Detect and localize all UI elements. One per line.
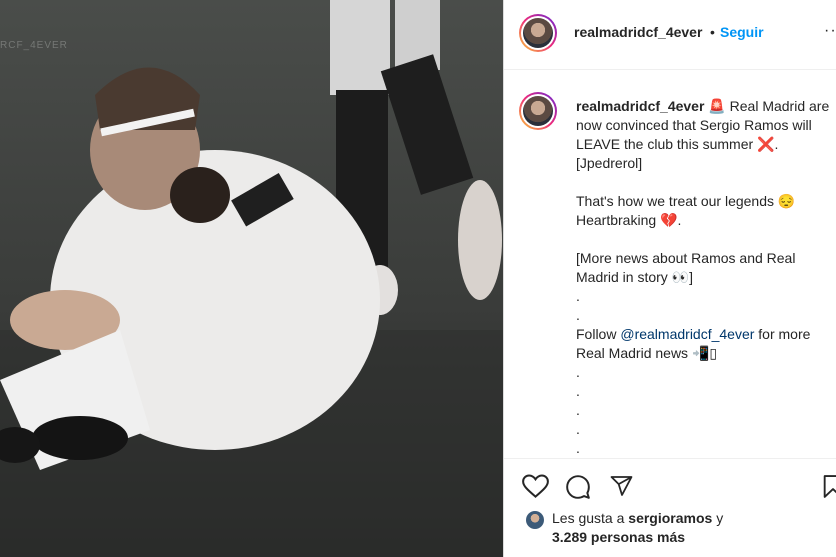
separator-dot: •: [710, 24, 715, 40]
share-icon[interactable]: [609, 474, 634, 498]
likes-middle: y: [712, 510, 724, 526]
caption-dots-b: . . . . .: [576, 364, 580, 456]
comment-icon[interactable]: [565, 474, 591, 500]
likes-text: Les gusta a sergioramos y 3.289 personas…: [552, 509, 723, 547]
caption-dots-a: . .: [576, 288, 580, 323]
caption-text: realmadridcf_4ever 🚨 Real Madrid are now…: [576, 97, 831, 458]
likes-count[interactable]: 3.289 personas más: [552, 529, 685, 545]
caption-line-3: [More news about Ramos and Real Madrid i…: [576, 250, 800, 285]
liker-avatar[interactable]: [526, 511, 544, 529]
likes-prefix: Les gusta a: [552, 510, 629, 526]
caption-line-2: That's how we treat our legends 😔 Heartb…: [576, 193, 800, 228]
liker-username[interactable]: sergioramos: [628, 510, 712, 526]
caption-follow-prefix: Follow: [576, 326, 621, 342]
caption-area: realmadridcf_4ever 🚨 Real Madrid are now…: [504, 70, 836, 458]
action-bar: Les gusta a sergioramos y 3.289 personas…: [504, 458, 836, 557]
post-photo-illustration: [0, 0, 503, 557]
post-image[interactable]: RCF_4EVER: [0, 0, 503, 557]
caption-avatar[interactable]: [519, 92, 557, 130]
author-username[interactable]: realmadridcf_4ever: [574, 24, 702, 40]
follow-button[interactable]: Seguir: [720, 24, 764, 40]
caption-mention-link[interactable]: @realmadridcf_4ever: [620, 326, 754, 342]
caption-username[interactable]: realmadridcf_4ever: [576, 98, 704, 114]
save-icon[interactable]: [822, 474, 836, 499]
post-side-panel: realmadridcf_4ever • Seguir ··· realmadr…: [503, 0, 836, 557]
watermark: RCF_4EVER: [0, 40, 68, 51]
heart-icon[interactable]: [522, 474, 549, 499]
author-avatar[interactable]: [519, 14, 557, 52]
more-options-icon[interactable]: ···: [824, 22, 836, 40]
post-header: realmadridcf_4ever • Seguir ···: [504, 0, 836, 70]
